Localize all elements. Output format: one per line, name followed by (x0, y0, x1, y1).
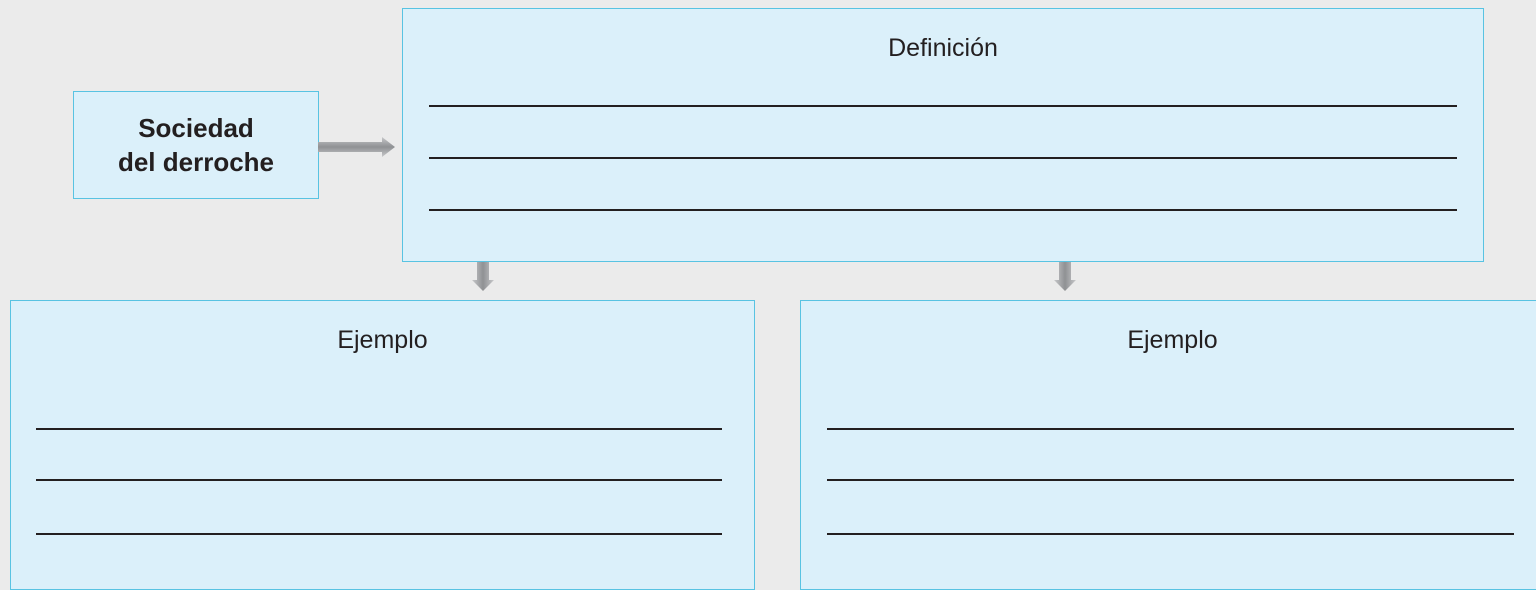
example-box-right: Ejemplo (800, 300, 1536, 590)
answer-line[interactable] (429, 105, 1457, 107)
example-heading: Ejemplo (1127, 326, 1218, 354)
answer-line[interactable] (429, 209, 1457, 211)
answer-line[interactable] (36, 428, 722, 430)
answer-line[interactable] (36, 533, 722, 535)
answer-line[interactable] (36, 479, 722, 481)
answer-line[interactable] (827, 428, 1514, 430)
arrow-right-icon (318, 137, 395, 157)
concept-label: Sociedad del derroche (117, 113, 275, 177)
example-box-left: Ejemplo (10, 300, 755, 590)
answer-line[interactable] (429, 157, 1457, 159)
concept-box: Sociedad del derroche (73, 91, 319, 199)
answer-line[interactable] (827, 533, 1514, 535)
arrow-down-icon (472, 262, 494, 291)
arrow-down-icon (1054, 262, 1076, 291)
example-heading: Ejemplo (337, 326, 428, 354)
definition-box: Definición (402, 8, 1484, 262)
answer-line[interactable] (827, 479, 1514, 481)
definition-heading: Definición (888, 34, 998, 62)
